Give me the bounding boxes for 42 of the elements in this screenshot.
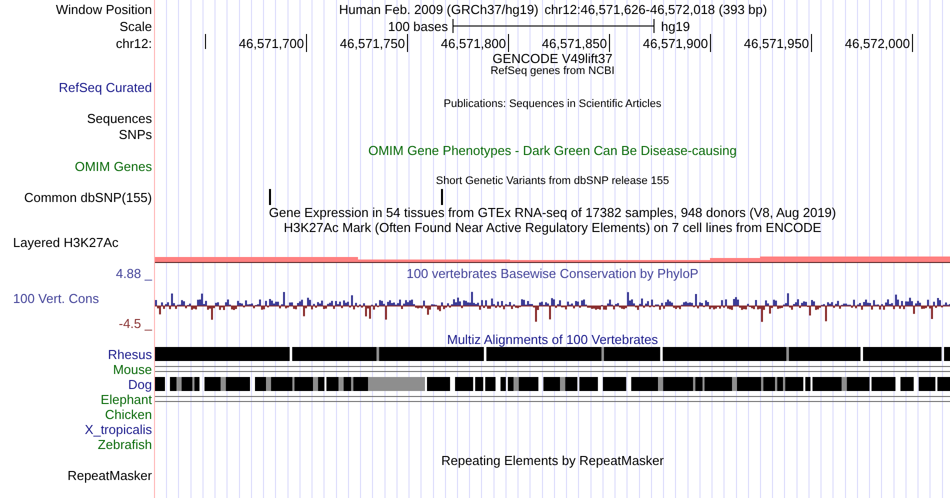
track-label[interactable]: 100 Vert. Cons	[13, 291, 99, 306]
axis-max-label: 4.88 _	[116, 266, 152, 281]
position-text: chr12:46,571,626-46,572,018 (393 bp)	[544, 2, 768, 16]
track-title: Gene Expression in 54 tissues from GTEx RNA-seq of 17382 samples, 948 donors (V8, Aug 2019)	[268, 205, 836, 220]
track-caption: Publications: Sequences in Scientific Articles	[444, 98, 662, 110]
track-label[interactable]: SNPs	[118, 126, 152, 142]
scale-assembly: hg19	[661, 18, 690, 34]
ruler-number: 46,572,000	[844, 36, 910, 50]
species-label[interactable]: Rhesus	[108, 347, 152, 362]
ruler-number: 46,571,900	[642, 36, 708, 50]
row-label: Scale	[119, 18, 152, 34]
track-label[interactable]: OMIM Genes	[74, 158, 152, 174]
track-label[interactable]: RefSeq Curated	[58, 80, 152, 94]
track-title: OMIM Gene Phenotypes - Dark Green Can Be Disease-causing	[368, 143, 737, 158]
species-label[interactable]: Mouse	[112, 362, 152, 377]
row-label: Window Position	[56, 2, 152, 16]
track-label[interactable]: Common dbSNP(155)	[24, 190, 152, 204]
species-label[interactable]: Elephant	[100, 392, 152, 407]
axis-min-label: -4.5 _	[118, 316, 152, 331]
track-label[interactable]: Sequences	[86, 110, 152, 126]
scale-length: 100 bases	[388, 18, 448, 34]
row-label: chr12:	[116, 36, 152, 50]
species-label[interactable]: Dog	[128, 377, 152, 392]
track-caption: Short Genetic Variants from dbSNP release 155	[436, 175, 670, 187]
species-label[interactable]: X_tropicalis	[84, 422, 152, 437]
ruler-number: 46,571,750	[340, 36, 405, 50]
species-label[interactable]: Chicken	[105, 407, 152, 422]
track-label[interactable]: RepeatMasker	[67, 468, 152, 483]
track-label[interactable]: Layered H3K27Ac	[13, 235, 119, 250]
assembly-title: Human Feb. 2009 (GRCh37/hg19)	[339, 2, 538, 16]
track-title: Multiz Alignments of 100 Vertebrates	[446, 332, 658, 347]
track-title: 100 vertebrates Basewise Conservation by PhyloP	[406, 266, 698, 281]
track-title: H3K27Ac Mark (Often Found Near Active Regulatory Elements) on 7 cell lines from ENCODE	[284, 220, 822, 235]
species-label[interactable]: Zebrafish	[98, 437, 152, 452]
ruler-number: 46,571,850	[542, 36, 607, 50]
scale-bar-icon	[452, 19, 657, 33]
ruler-number: 46,571,700	[238, 36, 304, 50]
track-title: Repeating Elements by RepeatMasker	[441, 452, 664, 468]
ruler-number: 46,571,800	[440, 36, 506, 50]
track-caption: RefSeq genes from NCBI	[490, 64, 615, 76]
track-title: GENCODE V49lift37	[492, 51, 612, 66]
ruler-number: 46,571,950	[744, 36, 809, 50]
